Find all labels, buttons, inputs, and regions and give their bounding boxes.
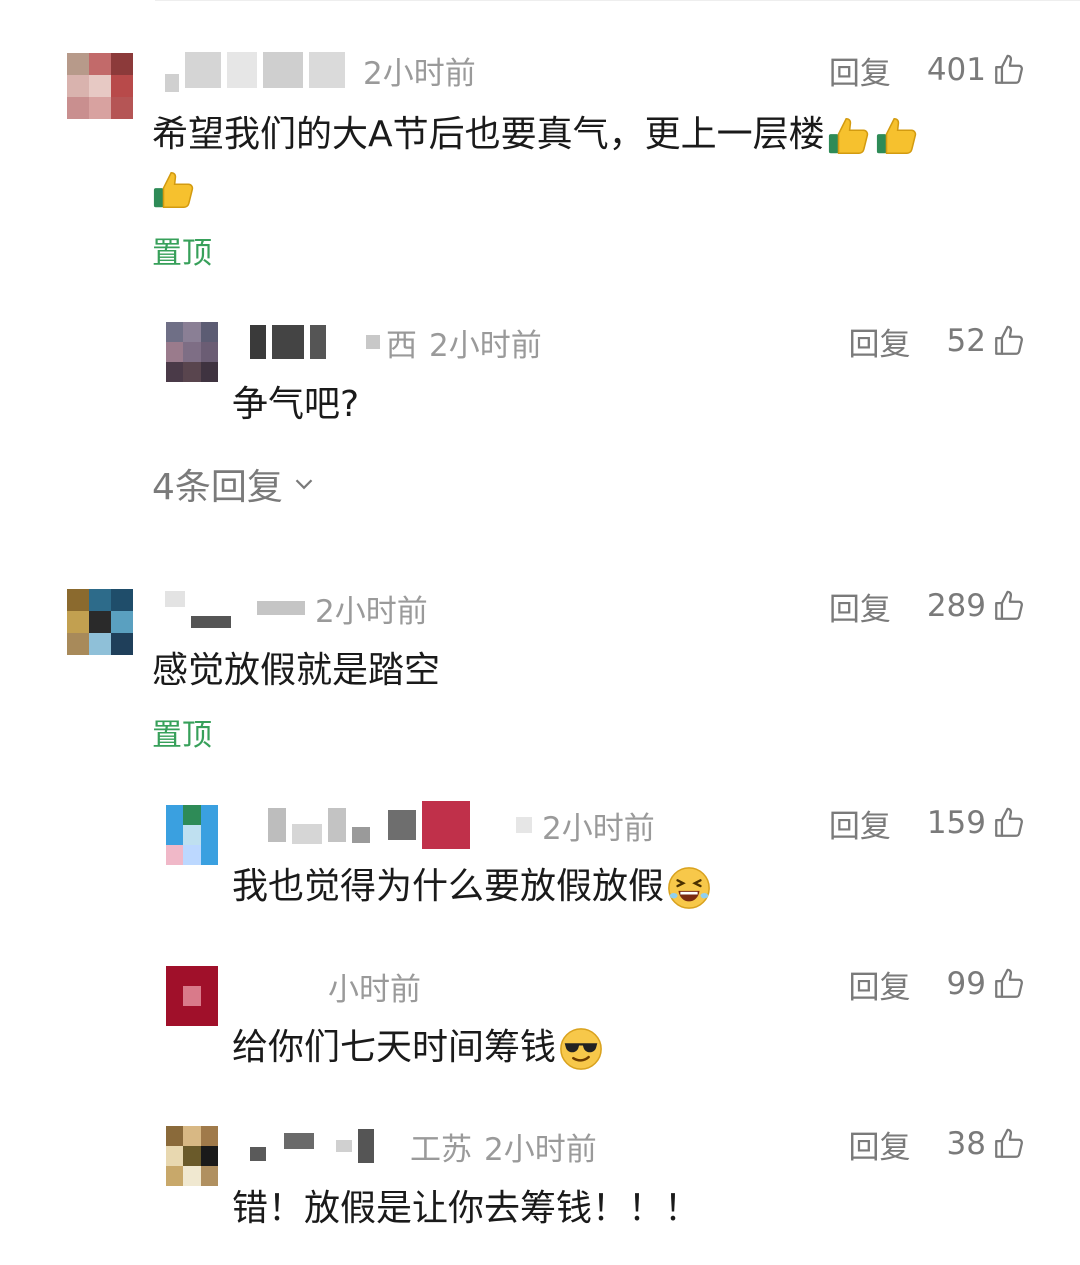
chevron-down-icon: [295, 479, 313, 490]
comment-text-wrap: [152, 162, 198, 216]
reply-actions: 回复 159: [829, 801, 1026, 846]
like-count: 52: [946, 323, 986, 359]
thumbs-up-icon[interactable]: [992, 53, 1026, 87]
thumbs-up-icon[interactable]: [992, 806, 1026, 840]
reply-text: 我也觉得为什么要放假放假: [232, 860, 712, 914]
reply-actions: 回复 38: [849, 1122, 1026, 1167]
thumbs-up-icon[interactable]: [992, 589, 1026, 623]
comment-time: 2小时前: [363, 55, 476, 92]
comment-time: 2小时前: [315, 593, 428, 630]
reply-button[interactable]: 回复: [849, 319, 911, 364]
more-replies-label: 4条回复: [152, 467, 283, 508]
reply-time: 2小时前: [542, 810, 655, 847]
expand-replies-button[interactable]: 4条回复: [152, 458, 319, 510]
thumbs-up-icon[interactable]: [992, 967, 1026, 1001]
username-blurred[interactable]: 2小时前: [165, 50, 476, 92]
divider: [155, 0, 1080, 1]
avatar[interactable]: [166, 322, 218, 382]
thumbs-up-emoji-icon: [153, 171, 194, 209]
reply-button[interactable]: 回复: [849, 1122, 911, 1167]
reply-button[interactable]: 回复: [849, 962, 911, 1007]
pinned-label: 置顶: [152, 236, 212, 271]
user-location: 西: [386, 327, 417, 364]
username-blurred[interactable]: 西 2小时前: [250, 322, 542, 364]
reply-text: 给你们七天时间筹钱: [232, 1021, 604, 1075]
reply-button[interactable]: 回复: [829, 48, 891, 93]
reply-button[interactable]: 回复: [829, 801, 891, 846]
username-blurred[interactable]: 工苏 2小时前: [250, 1126, 597, 1168]
thumbs-up-icon[interactable]: [992, 324, 1026, 358]
reply-time: 小时前: [328, 971, 421, 1008]
username-blurred[interactable]: 2小时前: [268, 801, 655, 849]
username-blurred[interactable]: 小时前: [328, 966, 421, 1008]
pinned-label: 置顶: [152, 718, 212, 753]
like-count: 159: [926, 805, 986, 841]
reply-actions: 回复 99: [849, 962, 1026, 1007]
comment-actions: 回复 289: [829, 584, 1026, 629]
laughing-face-icon: [668, 867, 710, 909]
reply-time: 2小时前: [484, 1131, 597, 1168]
comment-text: 感觉放假就是踏空: [152, 650, 441, 691]
like-count: 99: [946, 966, 986, 1002]
thumbs-up-emoji-icon: [876, 117, 916, 155]
avatar[interactable]: [166, 1126, 218, 1186]
reply-text: 争气吧?: [232, 384, 360, 425]
avatar[interactable]: [166, 805, 218, 865]
user-location: 工苏: [410, 1131, 472, 1168]
sunglasses-face-icon: [560, 1028, 602, 1070]
reply-time: 2小时前: [429, 327, 542, 364]
comment-text: 希望我们的大A节后也要真气，更上一层楼: [152, 108, 921, 162]
like-count: 401: [926, 52, 986, 88]
username-blurred[interactable]: 2小时前: [165, 588, 428, 630]
avatar[interactable]: [67, 589, 133, 655]
comment-actions: 回复 401: [829, 48, 1026, 93]
reply-text: 错！放假是让你去筹钱！！！: [232, 1188, 701, 1229]
avatar[interactable]: [166, 966, 218, 1026]
like-count: 289: [926, 588, 986, 624]
reply-actions: 回复 52: [849, 319, 1026, 364]
thumbs-up-emoji-icon: [828, 117, 868, 155]
avatar[interactable]: [67, 53, 133, 119]
like-count: 38: [946, 1126, 986, 1162]
reply-button[interactable]: 回复: [829, 584, 891, 629]
thumbs-up-icon[interactable]: [992, 1127, 1026, 1161]
